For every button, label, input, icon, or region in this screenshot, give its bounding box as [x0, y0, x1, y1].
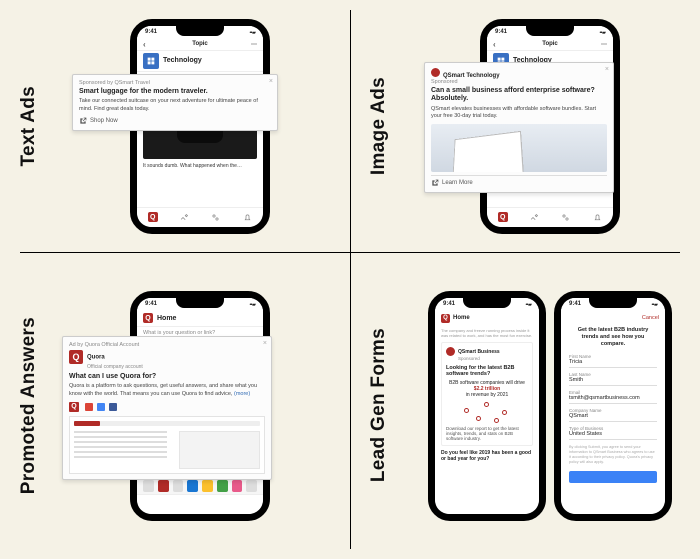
sponsored-feed-card[interactable]: QSmart BusinessSponsored Looking for the… — [441, 342, 533, 446]
quora-mini-icon: Q — [69, 402, 79, 412]
network-graphic — [462, 400, 512, 424]
last-name-field[interactable]: Smith — [569, 377, 657, 386]
tabbar: Q — [137, 207, 263, 227]
tab-home[interactable]: Q — [137, 208, 169, 227]
poll-question[interactable]: Do you feel like 2019 has been a good or… — [441, 450, 533, 462]
ad-body: QSmart elevates businesses with affordab… — [431, 106, 607, 120]
quadrant-text-ads: Text Ads 9:41••• ▰ ‹ Topic ⋯ Technology … — [0, 0, 350, 252]
tab-answer[interactable] — [519, 208, 551, 227]
quora-logo-icon: Q — [143, 313, 153, 323]
label-promoted: Promoted Answers — [18, 317, 40, 494]
tab-notif[interactable] — [232, 208, 264, 227]
cancel-button[interactable]: Cancel — [642, 315, 659, 321]
phone-mockup-feed: 9:41••• ▰ QHome The company and freeze r… — [428, 291, 546, 521]
first-name-field[interactable]: Tricia — [569, 359, 657, 368]
tab-spaces[interactable] — [550, 208, 582, 227]
phone-mockup-form: 9:41••• ▰ Cancel Get the latest B2B indu… — [554, 291, 672, 521]
home-title: Home — [157, 315, 176, 322]
text-ad-card[interactable]: × Sponsored by QSmart Travel Smart lugga… — [72, 74, 278, 131]
ad-body: Take our connected suitcase on your next… — [79, 98, 271, 112]
ad-cta[interactable]: Learn More — [431, 175, 607, 187]
close-icon[interactable]: × — [605, 66, 609, 73]
external-link-icon — [79, 117, 87, 125]
topic-tile-icon — [143, 53, 159, 69]
promoted-answer-card[interactable]: × Ad by Quora Official Account QQuoraOff… — [62, 336, 272, 480]
status-time: 9:41 — [145, 29, 157, 35]
form-disclaimer: By clicking Submit, you agree to send yo… — [569, 445, 657, 465]
company-field[interactable]: QSmart — [569, 413, 657, 422]
label-lead-gen: Lead Gen Forms — [368, 328, 390, 482]
ad-headline: Can a small business afford enterprise s… — [431, 87, 607, 104]
ad-sponsor: Sponsored by QSmart Travel — [79, 80, 271, 86]
feed-blurb: The company and freeze running process i… — [441, 328, 533, 338]
ad-sponsor: Sponsored — [431, 79, 607, 85]
tab-notif[interactable] — [582, 208, 614, 227]
label-image-ads: Image Ads — [368, 77, 390, 175]
app-switcher — [137, 478, 263, 494]
ad-image — [431, 124, 607, 172]
quora-logo-icon: Q — [441, 314, 450, 323]
image-ad-card[interactable]: × QSmart Technology Sponsored Can a smal… — [424, 62, 614, 193]
card-headline: Looking for the latest B2B software tren… — [446, 365, 528, 377]
topbar-title: Topic — [192, 41, 208, 47]
answer-text: Quora is a platform to ask questions, ge… — [69, 383, 257, 396]
tab-answer[interactable] — [169, 208, 201, 227]
ad-cta[interactable]: Shop Now — [79, 117, 271, 125]
ad-label: Ad by Quora Official Account — [69, 342, 265, 348]
form-title: Get the latest B2B industry trends and s… — [569, 327, 657, 348]
card-desc: Download our report to get the latest in… — [446, 426, 528, 441]
question: What can I use Quora for? — [69, 373, 265, 381]
overflow-icon[interactable]: ⋯ — [601, 41, 607, 48]
feed-caption: It sounds dumb. What happened when the… — [137, 163, 263, 169]
external-link-icon — [431, 179, 439, 187]
ad-headline: Smart luggage for the modern traveler. — [79, 88, 271, 96]
tab-spaces[interactable] — [200, 208, 232, 227]
quadrant-image-ads: Image Ads 9:41••• ▰ ‹ Topic ⋯ Technology… — [350, 0, 700, 252]
org-name: Quora — [87, 355, 105, 361]
advertiser-avatar — [446, 347, 455, 356]
ask-prompt[interactable]: What is your question or link? — [143, 330, 257, 336]
quadrant-promoted-answers: Promoted Answers 9:41••• ▰ QHome What is… — [0, 252, 350, 559]
back-icon[interactable]: ‹ — [143, 40, 146, 49]
label-text-ads: Text Ads — [18, 86, 40, 167]
quadrant-lead-gen: Lead Gen Forms 9:41••• ▰ QHome The compa… — [350, 252, 700, 559]
status-indicators: ••• ▰ — [250, 30, 256, 36]
advertiser-avatar — [431, 68, 440, 77]
submit-button[interactable] — [569, 471, 657, 483]
back-icon[interactable]: ‹ — [493, 40, 496, 49]
close-icon[interactable]: × — [263, 340, 267, 347]
close-icon[interactable]: × — [269, 78, 273, 85]
advertiser-name: QSmart Business — [458, 348, 500, 354]
overflow-icon[interactable]: ⋯ — [251, 41, 257, 48]
business-type-field[interactable]: United States — [569, 431, 657, 440]
answer-screenshot — [69, 416, 265, 474]
more-link[interactable]: (more) — [234, 391, 250, 397]
quora-avatar-icon: Q — [69, 350, 83, 364]
tab-home[interactable]: Q — [487, 208, 519, 227]
topic-name: Technology — [163, 57, 202, 64]
email-field[interactable]: tsmith@qsmartbusiness.com — [569, 395, 657, 404]
